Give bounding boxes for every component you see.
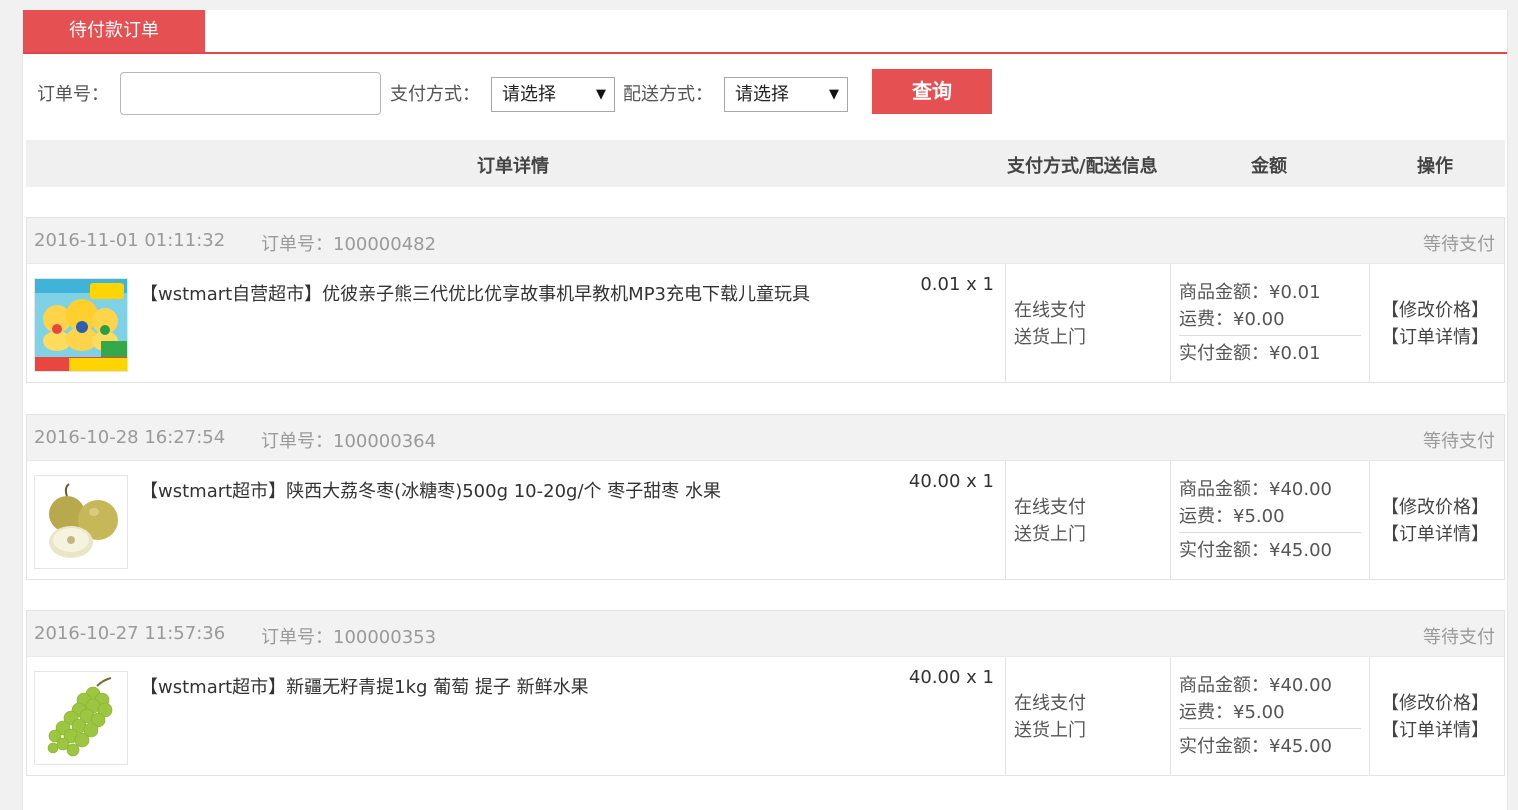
product-thumbnail[interactable] [34,278,128,372]
column-divider [1005,264,1006,382]
order-status: 等待支付 [1423,627,1495,648]
order-number: 订单号：100000353 [261,627,437,648]
amount-info: 商品金额：¥0.01 运费：¥0.00 实付金额：¥0.01 [1179,279,1361,367]
column-divider [1369,657,1370,775]
chevron-down-icon: ▼ [596,87,606,102]
order-status: 等待支付 [1423,431,1495,452]
product-price-qty: 40.00 x 1 [908,471,994,492]
modify-price-link[interactable]: 【修改价格】 [1381,690,1489,717]
chevron-down-icon: ▼ [829,87,839,102]
order-header: 2016-10-28 16:27:54 订单号：100000364 等待支付 [27,415,1504,461]
order-number: 订单号：100000364 [261,431,437,452]
product-price-qty: 0.01 x 1 [920,274,994,295]
freight: 运费：¥5.00 [1179,506,1285,527]
col-pay-delivery: 支付方式/配送信息 [1007,156,1158,177]
column-divider [1369,461,1370,579]
pay-delivery-info: 在线支付 送货上门 [1014,494,1086,548]
product-name[interactable]: 【wstmart超市】陕西大荔冬枣(冰糖枣)500g 10-20g/个 枣子甜枣… [140,477,721,503]
orders-panel: 待付款订单 订单号： 支付方式： 请选择 ▼ 配送方式： 请选择 ▼ 查询 订单… [22,10,1508,810]
freight: 运费：¥5.00 [1179,702,1285,723]
delivery-method: 送货上门 [1014,327,1086,348]
pay-delivery-info: 在线支付 送货上门 [1014,297,1086,351]
pay-method-select[interactable]: 请选择 ▼ [491,77,615,112]
order-number: 订单号：100000482 [261,234,437,255]
order-detail-link[interactable]: 【订单详情】 [1381,324,1489,351]
pay-method-value: 请选择 [502,84,556,105]
pay-method: 在线支付 [1014,693,1086,714]
column-divider [1005,657,1006,775]
goods-amount: 商品金额：¥40.00 [1179,479,1332,500]
paid-amount: 实付金额：¥45.00 [1179,736,1332,757]
query-button[interactable]: 查询 [872,69,992,114]
order-header: 2016-11-01 01:11:32 订单号：100000482 等待支付 [27,218,1504,264]
amount-info: 商品金额：¥40.00 运费：¥5.00 实付金额：¥45.00 [1179,672,1361,760]
table-header: 订单详情 支付方式/配送信息 金额 操作 [26,140,1505,187]
order-actions: 【修改价格】 【订单详情】 [1381,297,1489,351]
delivery-method: 送货上门 [1014,524,1086,545]
delivery-method: 送货上门 [1014,720,1086,741]
product-name[interactable]: 【wstmart自营超市】优彼亲子熊三代优比优享故事机早教机MP3充电下载儿童玩… [140,280,810,306]
divider [1179,728,1361,729]
goods-amount: 商品金额：¥40.00 [1179,675,1332,696]
order-time: 2016-11-01 01:11:32 [34,230,226,251]
column-divider [1170,657,1171,775]
pay-method: 在线支付 [1014,497,1086,518]
pay-delivery-info: 在线支付 送货上门 [1014,690,1086,744]
order-time: 2016-10-27 11:57:36 [34,623,226,644]
order-actions: 【修改价格】 【订单详情】 [1381,690,1489,744]
modify-price-link[interactable]: 【修改价格】 [1381,297,1489,324]
order-time: 2016-10-28 16:27:54 [34,427,226,448]
page-edge [0,0,8,796]
product-thumbnail[interactable] [34,671,128,765]
filter-row: 订单号： 支付方式： 请选择 ▼ 配送方式： 请选择 ▼ 查询 [23,68,1507,118]
delivery-method-select[interactable]: 请选择 ▼ [724,77,848,112]
order-header: 2016-10-27 11:57:36 订单号：100000353 等待支付 [27,611,1504,657]
tab-bar: 待付款订单 [23,10,1507,54]
column-divider [1170,461,1171,579]
product-thumbnail[interactable] [34,475,128,569]
column-divider [1369,264,1370,382]
order-detail-link[interactable]: 【订单详情】 [1381,717,1489,744]
product-price-qty: 40.00 x 1 [908,667,994,688]
divider [1179,335,1361,336]
divider [1179,532,1361,533]
delivery-method-value: 请选择 [735,84,789,105]
tab-pending-payment[interactable]: 待付款订单 [23,10,205,52]
col-order-detail: 订单详情 [477,156,549,177]
column-divider [1005,461,1006,579]
paid-amount: 实付金额：¥45.00 [1179,540,1332,561]
product-name[interactable]: 【wstmart超市】新疆无籽青提1kg 葡萄 提子 新鲜水果 [140,673,589,699]
delivery-method-label: 配送方式： [623,84,713,105]
freight: 运费：¥0.00 [1179,309,1285,330]
col-action: 操作 [1417,156,1453,177]
order-actions: 【修改价格】 【订单详情】 [1381,494,1489,548]
pay-method-label: 支付方式： [390,84,480,105]
order-detail-link[interactable]: 【订单详情】 [1381,521,1489,548]
pay-method: 在线支付 [1014,300,1086,321]
order-card: 2016-10-28 16:27:54 订单号：100000364 等待支付 【… [26,414,1505,580]
col-amount: 金额 [1251,156,1287,177]
column-divider [1170,264,1171,382]
modify-price-link[interactable]: 【修改价格】 [1381,494,1489,521]
order-no-input[interactable] [120,72,381,115]
goods-amount: 商品金额：¥0.01 [1179,282,1321,303]
paid-amount: 实付金额：¥0.01 [1179,343,1321,364]
order-card: 2016-11-01 01:11:32 订单号：100000482 等待支付 【… [26,217,1505,383]
amount-info: 商品金额：¥40.00 运费：¥5.00 实付金额：¥45.00 [1179,476,1361,564]
order-status: 等待支付 [1423,234,1495,255]
order-card: 2016-10-27 11:57:36 订单号：100000353 等待支付 【… [26,610,1505,776]
order-no-label: 订单号： [37,84,109,105]
